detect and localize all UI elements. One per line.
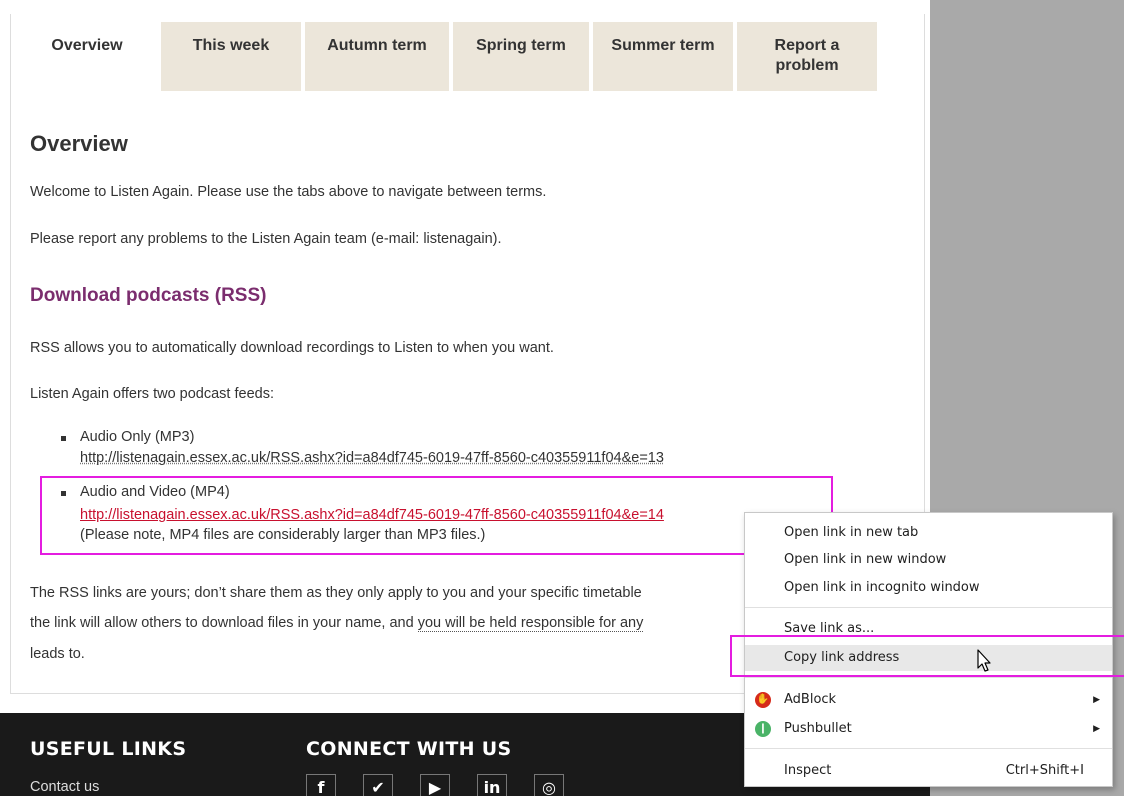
welcome-text: Welcome to Listen Again. Please use the … (30, 184, 547, 200)
menu-open-new-tab[interactable]: Open link in new tab (745, 520, 1112, 546)
warning-line-2-text: the link will allow others to download f… (30, 615, 418, 631)
menu-pushbullet[interactable]: ❙ Pushbullet ▶ (745, 716, 1112, 742)
adblock-icon: ✋ (755, 692, 771, 708)
menu-open-incognito[interactable]: Open link in incognito window (745, 575, 1112, 601)
mouse-cursor-icon (977, 649, 991, 672)
tab-report-problem[interactable]: Report a problem (737, 22, 877, 91)
overview-heading: Overview (30, 131, 128, 156)
menu-adblock[interactable]: ✋ AdBlock ▶ (745, 687, 1112, 713)
menu-inspect[interactable]: Inspect Ctrl+Shift+I (745, 758, 1112, 784)
warning-line-3: leads to. (30, 646, 85, 662)
facebook-icon[interactable]: f (306, 774, 336, 796)
tab-summer-term[interactable]: Summer term (593, 22, 733, 91)
rss-feeds-intro: Listen Again offers two podcast feeds: (30, 386, 274, 402)
report-text: Please report any problems to the Listen… (30, 231, 502, 247)
menu-separator (745, 748, 1112, 749)
copy-link-highlight-box (730, 635, 1124, 677)
menu-inspect-label: Inspect (784, 763, 832, 778)
tab-this-week[interactable]: This week (161, 22, 301, 91)
list-bullet (61, 436, 66, 441)
tab-overview[interactable]: Overview (17, 22, 157, 91)
useful-links-heading: USEFUL LINKS (30, 738, 187, 760)
warning-line-1: The RSS links are yours; don’t share the… (30, 585, 642, 601)
tab-spring-term[interactable]: Spring term (453, 22, 589, 91)
rss-intro-text: RSS allows you to automatically download… (30, 340, 554, 356)
tab-autumn-term[interactable]: Autumn term (305, 22, 449, 91)
inspect-shortcut: Ctrl+Shift+I (1005, 763, 1084, 778)
warning-line-2: the link will allow others to download f… (30, 615, 644, 632)
submenu-arrow-icon: ▶ (1093, 724, 1100, 734)
feed-mp3-title: Audio Only (MP3) (80, 429, 195, 445)
feed-mp3-link[interactable]: http://listenagain.essex.ac.uk/RSS.ashx?… (80, 450, 664, 466)
menu-open-new-window[interactable]: Open link in new window (745, 547, 1112, 573)
linkedin-icon[interactable]: in (477, 774, 507, 796)
submenu-arrow-icon: ▶ (1093, 695, 1100, 705)
contact-us-link[interactable]: Contact us (30, 779, 99, 795)
menu-separator (745, 677, 1112, 678)
menu-separator (745, 607, 1112, 608)
mp4-highlight-box (40, 476, 833, 555)
twitter-icon[interactable]: ✔ (363, 774, 393, 796)
rss-heading: Download podcasts (RSS) (30, 285, 267, 306)
connect-heading: CONNECT WITH US (306, 738, 512, 760)
menu-adblock-label: AdBlock (784, 692, 837, 707)
responsibility-link[interactable]: you will be held responsible for any (417, 615, 644, 632)
pushbullet-icon: ❙ (755, 721, 771, 737)
youtube-icon[interactable]: ▶ (420, 774, 450, 796)
term-tabs: Overview This week Autumn term Spring te… (17, 22, 877, 91)
menu-pushbullet-label: Pushbullet (784, 721, 852, 736)
instagram-icon[interactable]: ◎ (534, 774, 564, 796)
